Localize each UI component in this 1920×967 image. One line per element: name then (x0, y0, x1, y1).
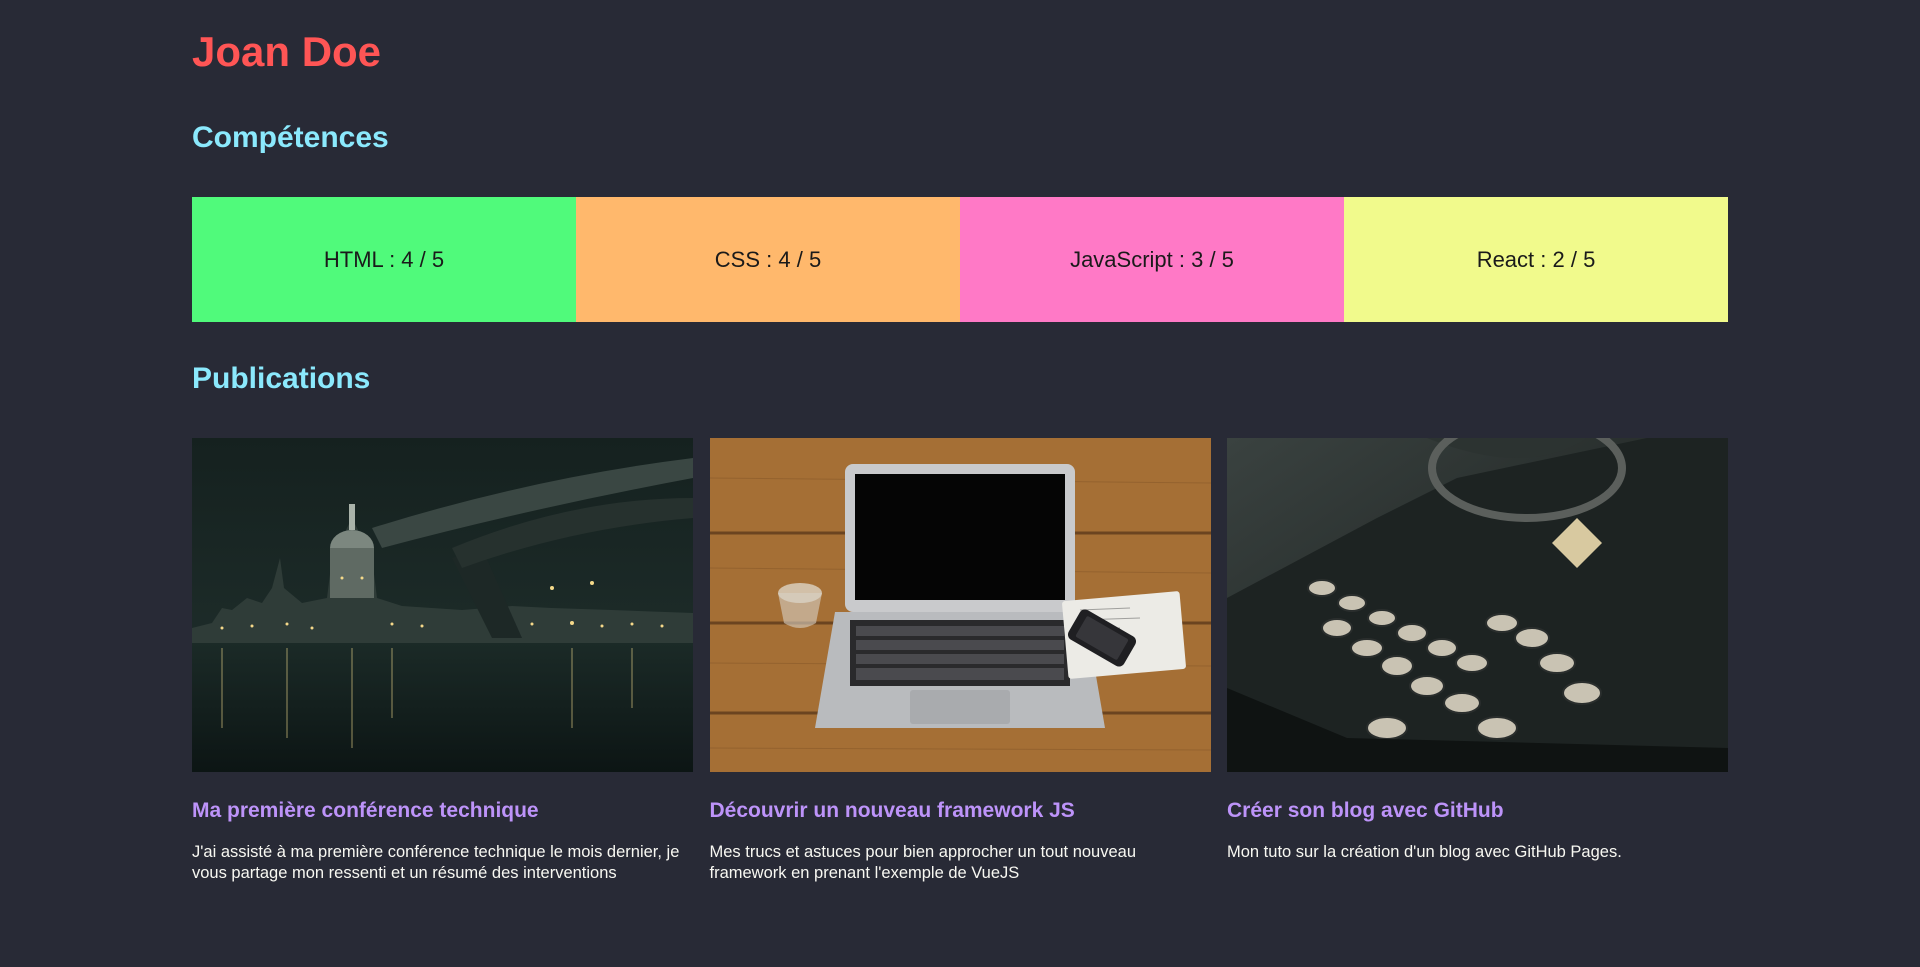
skill-label: CSS : 4 / 5 (714, 246, 822, 272)
publications-grid: Ma première conférence technique J'ai as… (192, 438, 1728, 884)
publications-heading: Publications (192, 362, 371, 395)
publication-card[interactable]: Découvrir un nouveau framework JS Mes tr… (709, 438, 1211, 884)
laptop-on-wooden-desk-photo[interactable] (709, 438, 1211, 772)
night-city-bridge-photo[interactable] (192, 438, 693, 772)
skills-heading: Compétences (192, 121, 389, 154)
skill-label: HTML : 4 / 5 (323, 246, 445, 272)
skill-label: JavaScript : 3 / 5 (1070, 246, 1234, 272)
skill-html: HTML : 4 / 5 (192, 197, 576, 322)
publication-card[interactable]: Créer son blog avec GitHub Mon tuto sur … (1227, 438, 1728, 884)
publication-excerpt: Mes trucs et astuces pour bien approcher… (709, 843, 1137, 882)
vintage-typewriter-photo[interactable] (1227, 438, 1728, 772)
publication-title[interactable]: Découvrir un nouveau framework JS (710, 798, 1211, 824)
publication-excerpt: Mon tuto sur la création d'un blog avec … (1227, 843, 1622, 861)
portfolio-page: Joan Doe Compétences HTML : 4 / 5 CSS : … (0, 0, 1920, 967)
skill-label: React : 2 / 5 (1476, 246, 1596, 272)
publication-title[interactable]: Ma première conférence technique (192, 798, 693, 824)
skills-bar: HTML : 4 / 5 CSS : 4 / 5 JavaScript : 3 … (192, 197, 1728, 322)
publication-excerpt: J'ai assisté à ma première conférence te… (192, 843, 680, 882)
skill-javascript: JavaScript : 3 / 5 (960, 197, 1344, 322)
skill-css: CSS : 4 / 5 (576, 197, 960, 322)
publication-card[interactable]: Ma première conférence technique J'ai as… (192, 438, 693, 884)
page-title-name: Joan Doe (192, 28, 382, 75)
skill-react: React : 2 / 5 (1344, 197, 1728, 322)
publication-title[interactable]: Créer son blog avec GitHub (1227, 798, 1728, 824)
